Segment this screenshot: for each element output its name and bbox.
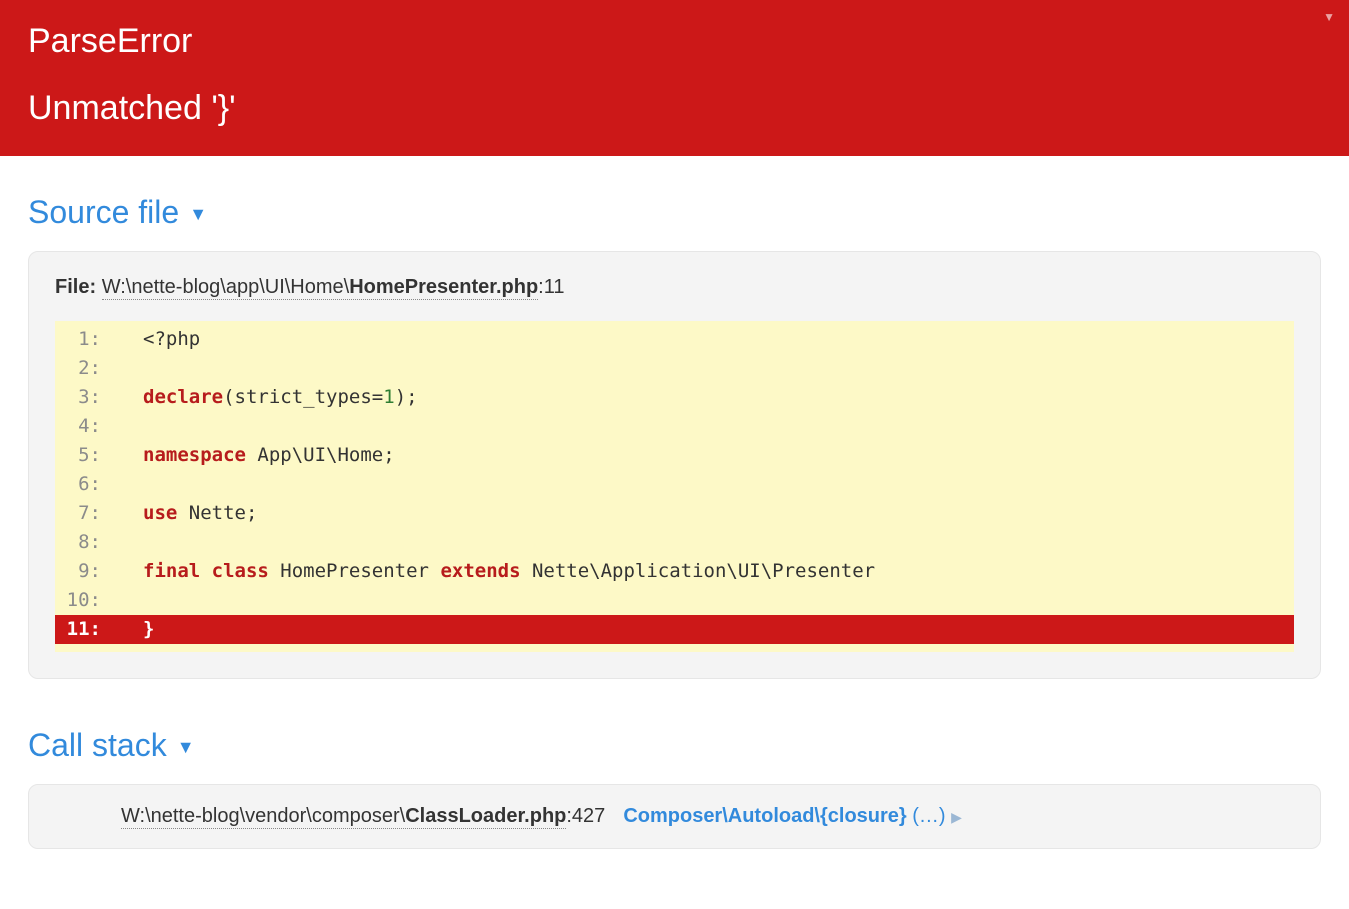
call-stack-panel: W:\nette-blog\vendor\composer\ClassLoade… xyxy=(28,784,1321,849)
code-line: 9 final class HomePresenter extends Nett… xyxy=(55,557,1294,586)
code-line: 4 xyxy=(55,412,1294,441)
stack-file-path[interactable]: W:\nette-blog\vendor\composer\ClassLoade… xyxy=(121,805,566,829)
section-title-label: Call stack xyxy=(28,727,167,764)
error-message: Unmatched '}' xyxy=(28,89,1321,128)
file-label: File: xyxy=(55,276,96,298)
chevron-down-icon: ▼ xyxy=(177,737,195,758)
file-line-no: :11 xyxy=(538,276,564,298)
code-line: 5 namespace App\UI\Home; xyxy=(55,441,1294,470)
error-header: ▼ ParseError Unmatched '}' xyxy=(0,0,1349,156)
source-panel: File: W:\nette-blog\app\UI\Home\HomePres… xyxy=(28,251,1321,679)
source-file-toggle[interactable]: Source file ▼ xyxy=(28,194,1321,231)
call-stack-toggle[interactable]: Call stack ▼ xyxy=(28,727,1321,764)
call-stack-section: Call stack ▼ W:\nette-blog\vendor\compos… xyxy=(0,689,1349,859)
stack-frame[interactable]: W:\nette-blog\vendor\composer\ClassLoade… xyxy=(55,805,1294,828)
source-file-section: Source file ▼ File: W:\nette-blog\app\UI… xyxy=(0,156,1349,689)
code-line: 2 xyxy=(55,354,1294,383)
code-line: 7 use Nette; xyxy=(55,499,1294,528)
collapse-icon[interactable]: ▼ xyxy=(1323,10,1335,24)
code-line: 10 xyxy=(55,586,1294,615)
code-line: 1 <?php xyxy=(55,325,1294,354)
section-title-label: Source file xyxy=(28,194,179,231)
file-path[interactable]: W:\nette-blog\app\UI\Home\HomePresenter.… xyxy=(102,276,538,300)
stack-line-no: :427 xyxy=(566,805,605,827)
code-line-highlight: 11 } xyxy=(55,615,1294,644)
stack-call[interactable]: Composer\Autoload\{closure} (…) ▶ xyxy=(623,805,962,828)
code-line: 8 xyxy=(55,528,1294,557)
source-code: 1 <?php 2 3 declare(strict_types=1); 4 5… xyxy=(55,321,1294,652)
chevron-right-icon: ▶ xyxy=(951,809,962,825)
code-line: 6 xyxy=(55,470,1294,499)
chevron-down-icon: ▼ xyxy=(189,204,207,225)
code-line: 3 declare(strict_types=1); xyxy=(55,383,1294,412)
error-type: ParseError xyxy=(28,22,1321,61)
source-file-line: File: W:\nette-blog\app\UI\Home\HomePres… xyxy=(55,276,1294,299)
